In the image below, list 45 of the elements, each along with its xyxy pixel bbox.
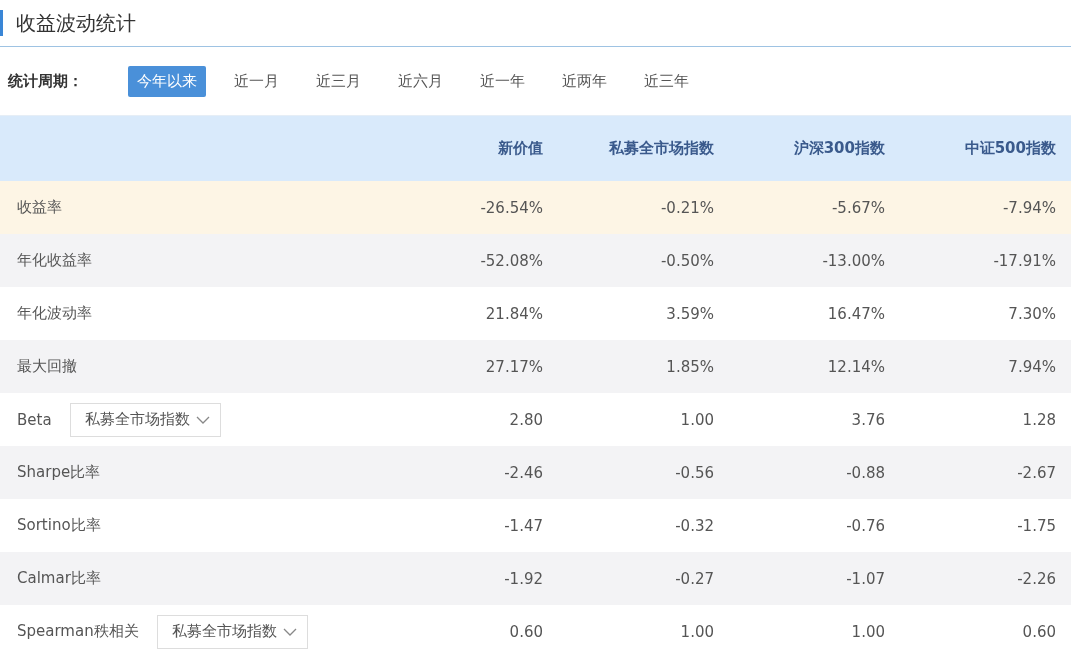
- table-cell: -2.46: [387, 446, 558, 499]
- table-cell: -0.21%: [558, 181, 729, 234]
- row-label: Sharpe比率: [17, 463, 101, 482]
- period-tab[interactable]: 近一年: [471, 65, 534, 97]
- chevron-down-icon: [195, 415, 210, 424]
- row-label: Sortino比率: [17, 516, 101, 535]
- table-cell: -0.27: [558, 552, 729, 605]
- column-header: 新价值: [387, 115, 558, 181]
- column-header: 沪深300指数: [729, 115, 900, 181]
- table-cell: -7.94%: [900, 181, 1071, 234]
- table-cell: -5.67%: [729, 181, 900, 234]
- table-cell: -1.07: [729, 552, 900, 605]
- chevron-down-icon: [282, 627, 297, 636]
- table-cell: -2.26: [900, 552, 1071, 605]
- column-header: 私募全市场指数: [558, 115, 729, 181]
- table-cell: -0.88: [729, 446, 900, 499]
- table-cell: -0.50%: [558, 234, 729, 287]
- period-tab[interactable]: 近三年: [635, 65, 698, 97]
- period-label: 统计周期：: [8, 71, 84, 91]
- table-cell: -17.91%: [900, 234, 1071, 287]
- period-tab[interactable]: 近两年: [553, 65, 616, 97]
- period-tab[interactable]: 近三月: [307, 65, 370, 97]
- period-tab[interactable]: 近六月: [389, 65, 452, 97]
- table-cell: -26.54%: [387, 181, 558, 234]
- index-dropdown[interactable]: 私募全市场指数: [69, 402, 221, 437]
- table-cell: 27.17%: [387, 340, 558, 393]
- index-dropdown[interactable]: 私募全市场指数: [156, 614, 308, 649]
- table-cell: 7.94%: [900, 340, 1071, 393]
- row-label: Spearman秩相关: [17, 622, 139, 641]
- table-cell: -2.67: [900, 446, 1071, 499]
- table-cell: 12.14%: [729, 340, 900, 393]
- row-label: 年化波动率: [17, 304, 92, 323]
- table-cell: 1.85%: [558, 340, 729, 393]
- table-cell: -13.00%: [729, 234, 900, 287]
- table-cell: -1.92: [387, 552, 558, 605]
- row-label: 年化收益率: [17, 251, 92, 270]
- row-label: Calmar比率: [17, 569, 101, 588]
- row-label: 收益率: [17, 198, 62, 217]
- row-label: 最大回撤: [17, 357, 77, 376]
- column-header: 中证500指数: [900, 115, 1071, 181]
- period-tab[interactable]: 近一月: [225, 65, 288, 97]
- table-cell: -0.56: [558, 446, 729, 499]
- row-label: Beta: [17, 410, 52, 429]
- section-title: 收益波动统计: [16, 9, 136, 37]
- table-cell: -52.08%: [387, 234, 558, 287]
